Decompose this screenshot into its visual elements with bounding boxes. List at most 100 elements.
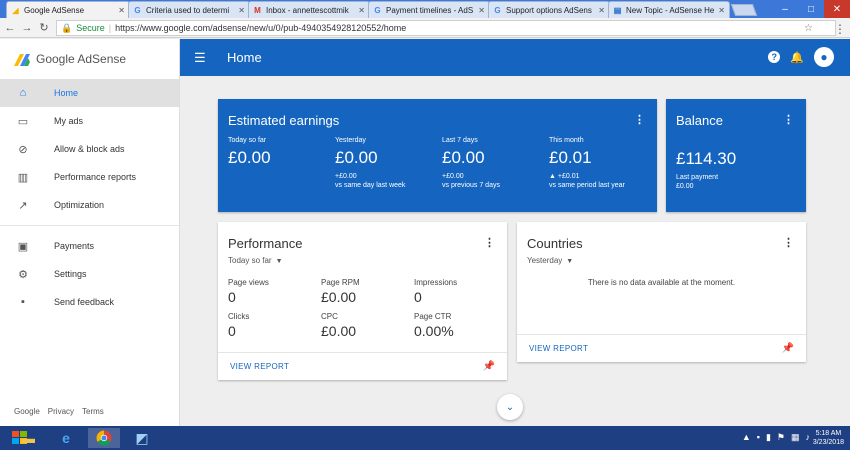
avatar[interactable]: ● — [814, 47, 834, 67]
sidebar-item-optimization[interactable]: ↗ Optimization — [0, 191, 179, 219]
browser-menu-icon[interactable]: ⋮ — [834, 22, 846, 36]
view-report-link[interactable]: VIEW REPORT — [230, 362, 289, 371]
metric-value: £0.00 — [321, 289, 357, 305]
more-options-icon[interactable]: ⋮ — [484, 236, 495, 249]
metric-label: Page views — [228, 278, 269, 287]
brand[interactable]: Google AdSense — [0, 39, 179, 79]
date-range-select[interactable]: Yesterday ▼ — [527, 256, 573, 265]
clock-time: 5:18 AM — [815, 430, 842, 437]
browser-tab-strip: ◢ Google AdSense ✕ G Criteria used to de… — [0, 0, 850, 18]
close-icon[interactable]: ✕ — [118, 6, 125, 15]
back-icon[interactable]: ← — [3, 22, 17, 34]
close-icon[interactable]: ✕ — [718, 6, 725, 15]
menu-icon[interactable]: ☰ — [194, 50, 208, 66]
earnings-last-7-days: Last 7 days £0.00 +£0.00 vs previous 7 d… — [442, 137, 500, 190]
perf-cpc: CPC £0.00 — [321, 312, 356, 339]
forward-icon[interactable]: → — [20, 22, 34, 34]
empty-state-message: There is no data available at the moment… — [587, 278, 736, 287]
metric-label: Clicks — [228, 312, 250, 321]
close-icon[interactable]: ✕ — [358, 6, 365, 15]
block-icon: ⊘ — [18, 143, 28, 156]
app-header: ☰ Home ? 🔔 ● — [180, 39, 850, 76]
pin-icon[interactable]: 📌 — [782, 343, 794, 354]
sidebar-item-feedback[interactable]: ▪ Send feedback — [0, 288, 179, 316]
sidebar-item-allow-block[interactable]: ⊘ Allow & block ads — [0, 135, 179, 163]
battery-icon[interactable]: ▮ — [766, 432, 771, 443]
minimize-icon[interactable]: – — [772, 0, 798, 18]
metric-label: Page CTR — [414, 312, 452, 321]
adsense-logo-icon — [14, 54, 30, 66]
address-bar: ← → ↻ 🔒 Secure | https://www.google.com/… — [0, 18, 850, 38]
main-content: Estimated earnings ⋮ Today so far £0.00 … — [180, 76, 850, 426]
close-icon[interactable]: ✕ — [478, 6, 485, 15]
help-icon[interactable]: ? — [768, 51, 781, 63]
browser-tab-support[interactable]: G Support options AdSens ✕ — [488, 1, 610, 18]
bell-icon[interactable]: 🔔 — [790, 51, 804, 64]
trending-icon: ↗ — [18, 199, 28, 212]
countries-card: Countries ⋮ Yesterday ▼ There is no data … — [517, 222, 806, 362]
close-icon[interactable]: ✕ — [238, 6, 245, 15]
sidebar-item-label: Send feedback — [54, 297, 115, 307]
browser-tab-newtopic[interactable]: ▤ New Topic - AdSense He ✕ — [608, 1, 730, 18]
url-input[interactable]: 🔒 Secure | https://www.google.com/adsens… — [56, 20, 836, 36]
estimated-earnings-card: Estimated earnings ⋮ Today so far £0.00 … — [218, 99, 657, 212]
new-tab-button[interactable] — [730, 4, 758, 16]
browser-tab-criteria[interactable]: G Criteria used to determi ✕ — [128, 1, 250, 18]
more-options-icon[interactable]: ⋮ — [634, 113, 645, 126]
browser-tab-adsense[interactable]: ◢ Google AdSense ✕ — [6, 1, 130, 18]
metric-change: +£0.00 — [442, 173, 464, 180]
browser-tab-inbox[interactable]: M Inbox - annettescottmik ✕ — [248, 1, 370, 18]
google-icon: G — [494, 5, 501, 15]
card-title: Countries — [527, 236, 583, 251]
maximize-icon[interactable]: □ — [798, 0, 824, 18]
sidebar-item-payments[interactable]: ▣ Payments — [0, 232, 179, 260]
url-text: https://www.google.com/adsense/new/u/0/p… — [115, 23, 407, 33]
clock[interactable]: 5:18 AM 3/23/2018 — [813, 429, 844, 447]
file-explorer-icon[interactable]: ▬ — [12, 428, 44, 448]
metric-value: £0.00 — [335, 148, 378, 167]
footer-google-link[interactable]: Google — [14, 407, 40, 416]
view-report-link[interactable]: VIEW REPORT — [529, 344, 588, 353]
flag-icon[interactable]: ⚑ — [777, 432, 785, 443]
sidebar-item-label: Payments — [54, 241, 95, 251]
close-icon[interactable]: ✕ — [598, 6, 605, 15]
chrome-icon[interactable] — [88, 428, 120, 448]
reload-icon[interactable]: ↻ — [37, 21, 51, 34]
chevron-down-icon[interactable]: ⌄ — [497, 394, 523, 420]
sidebar-footer: Google Privacy Terms — [14, 407, 104, 416]
brand-name: Google AdSense — [36, 52, 127, 66]
tab-label: New Topic - AdSense He — [626, 5, 715, 15]
network-icon[interactable]: ▦ — [791, 432, 800, 443]
balance-card: Balance ⋮ £114.30 Last payment £0.00 — [666, 99, 806, 212]
footer-terms-link[interactable]: Terms — [82, 407, 104, 416]
sidebar-item-label: My ads — [54, 116, 84, 126]
caret-down-icon: ▼ — [275, 258, 283, 265]
sidebar-item-my-ads[interactable]: ▭ My ads — [0, 107, 179, 135]
tray-app-icon[interactable]: ▪ — [757, 432, 760, 443]
last-payment-label: Last payment — [676, 174, 719, 181]
sidebar-item-label: Optimization — [54, 200, 105, 210]
sidebar-item-performance[interactable]: ▥ Performance reports — [0, 163, 179, 191]
browser-tab-payment[interactable]: G Payment timelines - AdS ✕ — [368, 1, 490, 18]
sidebar-divider — [0, 225, 179, 226]
date-range-select[interactable]: Today so far ▼ — [228, 256, 283, 265]
pin-icon[interactable]: 📌 — [483, 361, 495, 372]
tray-arrow-icon[interactable]: ▲ — [742, 432, 751, 443]
volume-icon[interactable]: ♪ — [806, 432, 811, 443]
date-range-value: Yesterday — [527, 256, 563, 265]
more-options-icon[interactable]: ⋮ — [783, 236, 794, 249]
bookmark-star-icon[interactable]: ☆ — [804, 23, 813, 34]
metric-value: £0.00 — [442, 148, 485, 167]
more-options-icon[interactable]: ⋮ — [783, 113, 794, 126]
metric-value: 0 — [414, 289, 422, 305]
sidebar-item-home[interactable]: ⌂ Home — [0, 79, 179, 107]
gear-icon: ⚙ — [18, 268, 28, 281]
sidebar-item-label: Allow & block ads — [54, 144, 125, 154]
window-close-icon[interactable]: ✕ — [824, 0, 850, 18]
app-icon[interactable]: ◩ — [126, 428, 158, 448]
footer-privacy-link[interactable]: Privacy — [48, 407, 74, 416]
internet-explorer-icon[interactable]: e — [50, 428, 82, 448]
google-icon: G — [374, 5, 381, 15]
sidebar-item-settings[interactable]: ⚙ Settings — [0, 260, 179, 288]
google-icon: G — [134, 5, 141, 15]
